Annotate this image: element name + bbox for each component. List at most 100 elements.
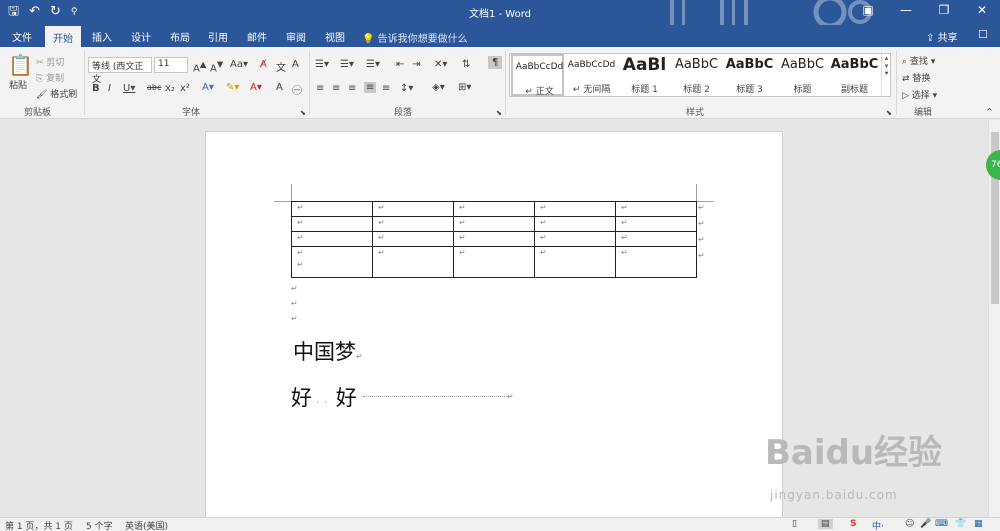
share-button[interactable]: ⇪ 共享 xyxy=(926,29,958,44)
table-cell[interactable]: ↵ xyxy=(615,231,697,247)
justify-icon[interactable]: ≡ xyxy=(364,82,377,93)
ime-mode-icon[interactable]: 中· xyxy=(872,519,884,531)
tab-file[interactable]: 文件 xyxy=(12,29,32,44)
style-item[interactable]: AaBl 标题 1 xyxy=(618,54,671,96)
cut-button[interactable]: ✂ 剪切 xyxy=(36,55,64,68)
table-cell[interactable]: ↵ xyxy=(372,231,454,247)
superscript-icon[interactable]: x² xyxy=(180,83,190,94)
table-cell[interactable]: ↵ ↵ xyxy=(291,246,373,278)
strikethrough-icon[interactable]: abc xyxy=(147,83,161,92)
phonetic-guide-icon[interactable]: 文 xyxy=(276,59,286,74)
voice-icon[interactable]: 🎤 xyxy=(920,519,931,529)
skin-icon[interactable]: 👕 xyxy=(955,519,966,529)
table-cell[interactable]: ↵ xyxy=(453,246,535,278)
table-cell[interactable]: ↵ xyxy=(615,216,697,232)
tab-layout[interactable]: 布局 xyxy=(170,29,190,44)
paste-label[interactable]: 粘贴 xyxy=(9,78,27,91)
chinese-layout-icon[interactable]: ✕▾ xyxy=(434,59,447,70)
second-line[interactable]: 好 ·· 好 xyxy=(291,382,357,412)
italic-icon[interactable]: I xyxy=(108,83,111,94)
align-center-icon[interactable]: ≡ xyxy=(332,83,340,94)
table-cell[interactable]: ↵ xyxy=(615,201,697,217)
font-dialog-launcher-icon[interactable]: ⬊ xyxy=(300,109,306,117)
tab-references[interactable]: 引用 xyxy=(208,29,228,44)
table-cell[interactable]: ↵ xyxy=(291,231,373,247)
show-marks-icon[interactable]: ¶ xyxy=(488,56,503,69)
text-effects-icon[interactable]: A▾ xyxy=(202,82,214,93)
tab-insert[interactable]: 插入 xyxy=(92,29,112,44)
underline-icon[interactable]: U▾ xyxy=(123,83,135,94)
table-cell[interactable]: ↵ xyxy=(291,216,373,232)
font-size-combo[interactable]: 11 xyxy=(154,57,188,73)
table-cell[interactable]: ↵ xyxy=(372,246,454,278)
highlight-icon[interactable]: ✎▾ xyxy=(226,82,239,93)
line-spacing-icon[interactable]: ↕▾ xyxy=(400,83,413,94)
maximize-icon[interactable]: ❐ xyxy=(934,3,954,17)
paragraph-dialog-launcher-icon[interactable]: ⬊ xyxy=(496,109,502,117)
bold-icon[interactable]: B xyxy=(92,83,100,94)
collapse-ribbon-icon[interactable]: ^ xyxy=(986,107,993,116)
style-item[interactable]: AaBbC 标题 2 xyxy=(670,54,723,96)
table-cell[interactable]: ↵ xyxy=(615,246,697,278)
tab-view[interactable]: 视图 xyxy=(325,29,345,44)
table-cell[interactable]: ↵ xyxy=(534,201,616,217)
document-table[interactable]: ↵ ↵ ↵ ↵ ↵ ↵ ↵ ↵ ↵ ↵ ↵ ↵ ↵ ↵ ↵ ↵ ↵ ↵ ↵ ↵ ↵ xyxy=(291,201,697,278)
style-item[interactable]: AaBbC 标题 xyxy=(776,54,829,96)
font-name-combo[interactable]: 等线 (西文正文 xyxy=(88,57,152,85)
select-button[interactable]: ▷ 选择 ▾ xyxy=(902,88,937,101)
table-cell[interactable]: ↵ xyxy=(534,246,616,278)
char-border-icon[interactable]: A xyxy=(292,59,299,70)
tab-mailings[interactable]: 邮件 xyxy=(247,29,267,44)
bullets-icon[interactable]: ☰▾ xyxy=(315,59,329,70)
word-count[interactable]: 5 个字 xyxy=(86,519,113,531)
font-color-icon[interactable]: A▾ xyxy=(250,82,262,93)
enclose-char-icon[interactable]: ㊀ xyxy=(292,82,302,97)
shading-icon[interactable]: ◈▾ xyxy=(432,82,445,93)
table-cell[interactable]: ↵ xyxy=(453,216,535,232)
tab-review[interactable]: 审阅 xyxy=(286,29,306,44)
comments-icon[interactable]: ☐ xyxy=(978,28,988,41)
table-cell[interactable]: ↵ xyxy=(534,216,616,232)
sogou-ime-icon[interactable]: S xyxy=(850,519,856,529)
style-item[interactable]: AaBbC 标题 3 xyxy=(723,54,776,96)
table-cell[interactable]: ↵ xyxy=(453,201,535,217)
table-cell[interactable]: ↵ xyxy=(372,216,454,232)
find-button[interactable]: ⌕ 查找 ▾ xyxy=(902,54,935,67)
emoji-icon[interactable]: ☺ xyxy=(905,519,914,529)
page-count[interactable]: 第 1 页，共 1 页 xyxy=(5,519,73,531)
numbering-icon[interactable]: ☰▾ xyxy=(340,59,354,70)
align-left-icon[interactable]: ≡ xyxy=(316,83,324,94)
tell-me-box[interactable]: 💡 告诉我你想要做什么 xyxy=(362,30,468,45)
format-painter-button[interactable]: 🖌 格式刷 xyxy=(36,87,77,100)
paste-icon[interactable]: 📋 xyxy=(8,53,33,77)
style-item[interactable]: AaBbCcDd ↵ 正文 xyxy=(511,54,564,97)
copy-button[interactable]: ⎘ 复制 xyxy=(36,71,64,84)
align-right-icon[interactable]: ≡ xyxy=(348,83,356,94)
toolbox-icon[interactable]: ▦ xyxy=(974,519,983,529)
change-case-icon[interactable]: Aa▾ xyxy=(230,59,248,70)
multilevel-list-icon[interactable]: ☰▾ xyxy=(366,59,380,70)
styles-scroll[interactable]: ▴ ▾ ⯆ xyxy=(881,54,891,96)
sort-icon[interactable]: ⇅ xyxy=(462,59,470,70)
table-cell[interactable]: ↵ xyxy=(534,231,616,247)
borders-icon[interactable]: ⊞▾ xyxy=(458,82,471,93)
ribbon-display-icon[interactable]: ▣ xyxy=(858,3,878,17)
replace-button[interactable]: ⇄ 替换 xyxy=(902,71,930,84)
subscript-icon[interactable]: x₂ xyxy=(165,83,175,94)
table-cell[interactable]: ↵ xyxy=(453,231,535,247)
language-status[interactable]: 英语(美国) xyxy=(125,519,168,531)
shrink-font-icon[interactable]: A▼ xyxy=(210,59,223,74)
tab-home[interactable]: 开始 xyxy=(45,26,81,47)
keyboard-icon[interactable]: ⌨ xyxy=(935,519,948,529)
heading-line[interactable]: 中国梦↵ xyxy=(293,336,363,366)
char-shading-icon[interactable]: A xyxy=(276,82,283,93)
styles-dialog-launcher-icon[interactable]: ⬊ xyxy=(886,109,892,117)
tab-design[interactable]: 设计 xyxy=(131,29,151,44)
style-item[interactable]: AaBbC 副标题 xyxy=(828,54,881,96)
read-mode-icon[interactable]: ▯ xyxy=(792,519,797,529)
table-cell[interactable]: ↵ xyxy=(291,201,373,217)
increase-indent-icon[interactable]: ⇥ xyxy=(412,59,420,70)
distributed-icon[interactable]: ≡ xyxy=(382,83,390,94)
style-item[interactable]: AaBbCcDd ↵ 无间隔 xyxy=(565,54,618,96)
print-layout-icon[interactable]: ▤ xyxy=(818,519,833,529)
